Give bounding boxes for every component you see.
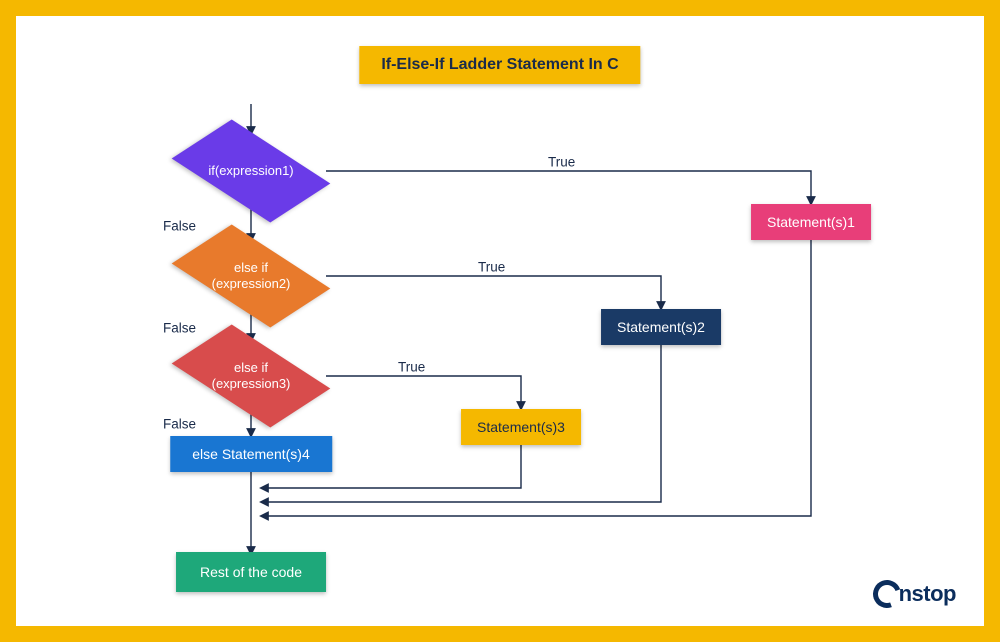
edge-false-2: False xyxy=(161,321,198,336)
decision-expression2-label: else if(expression2) xyxy=(212,260,291,293)
decision-expression1-label: if(expression1) xyxy=(208,163,293,179)
edge-false-3: False xyxy=(161,417,198,432)
unstop-logo: nstop xyxy=(873,580,956,608)
statement-2: Statement(s)2 xyxy=(601,309,721,345)
edge-true-3: True xyxy=(396,360,427,375)
decision-expression3: else if(expression3) xyxy=(194,341,309,411)
rest-of-code: Rest of the code xyxy=(176,552,326,592)
decision-expression2: else if(expression2) xyxy=(194,241,309,311)
edge-true-1: True xyxy=(546,155,577,170)
statement-3: Statement(s)3 xyxy=(461,409,581,445)
statement-else: else Statement(s)4 xyxy=(170,436,332,472)
diagram-canvas: If-Else-If Ladder Statement In C xyxy=(16,16,984,626)
decision-expression1: if(expression1) xyxy=(194,136,309,206)
unstop-logo-text: nstop xyxy=(899,581,956,607)
decision-expression3-label: else if(expression3) xyxy=(212,360,291,393)
statement-1: Statement(s)1 xyxy=(751,204,871,240)
edge-false-1: False xyxy=(161,219,198,234)
edge-true-2: True xyxy=(476,260,507,275)
outer-frame: If-Else-If Ladder Statement In C xyxy=(0,0,1000,642)
diagram-title: If-Else-If Ladder Statement In C xyxy=(359,46,640,84)
